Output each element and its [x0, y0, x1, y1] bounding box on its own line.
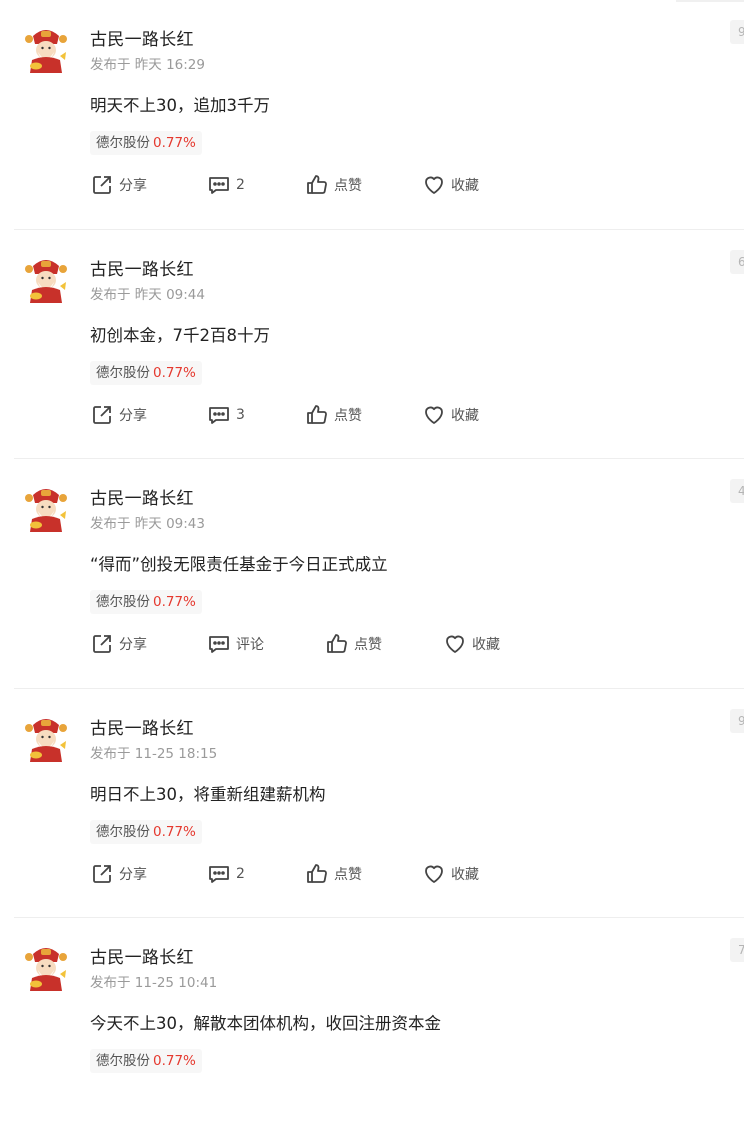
author-name[interactable]: 古民一路长红: [90, 943, 194, 968]
comment-icon: [209, 636, 229, 654]
post-time: 发布于 11-25 18:15: [90, 745, 218, 762]
share-icon: [93, 635, 111, 654]
stock-name: 德尔股份: [96, 594, 150, 611]
comment-count: 2: [236, 177, 245, 193]
stock-tag[interactable]: 德尔股份 0.77%: [90, 360, 202, 385]
stock-tag[interactable]: 德尔股份 0.77%: [90, 1049, 202, 1074]
like-button[interactable]: 点赞: [305, 402, 362, 428]
comment-button[interactable]: 2: [207, 861, 245, 887]
heart-icon: [425, 176, 443, 194]
comment-count: 3: [236, 406, 245, 423]
post-feed: 古民一路长红 发布于 昨天 16:29 明天不上30，追加3千万 德尔股份 0.7…: [0, 0, 744, 1148]
post-time: 发布于 昨天 09:44: [90, 286, 205, 303]
like-label: 点赞: [354, 637, 382, 654]
stock-tag[interactable]: 德尔股份 0.77%: [90, 819, 202, 844]
share-icon: [93, 405, 111, 424]
heart-icon: [425, 406, 443, 424]
like-button[interactable]: 点赞: [305, 172, 362, 198]
action-bar: 分享 2 点赞 收藏: [90, 172, 610, 198]
share-button[interactable]: 分享: [90, 631, 147, 657]
author-name[interactable]: 古民一路长红: [90, 714, 194, 739]
post-time: 发布于 昨天 09:43: [90, 516, 205, 533]
stock-tag[interactable]: 德尔股份 0.77%: [90, 590, 202, 615]
post-content[interactable]: “得而”创投无限责任基金于今日正式成立: [90, 551, 388, 575]
post-content[interactable]: 今天不上30，解散本团体机构，收回注册资本金: [90, 1010, 441, 1034]
favorite-label: 收藏: [451, 178, 479, 194]
post-card: 古民一路长红 发布于 11-25 10:41 今天不上30，解散本团体机构，收回…: [14, 918, 744, 1148]
heart-icon: [425, 865, 443, 883]
stock-change: 0.77%: [153, 594, 196, 611]
comment-label: 评论: [236, 637, 264, 654]
post-card: 古民一路长红 发布于 11-25 18:15 明日不上30，将重新组建薪机构 德…: [14, 689, 744, 919]
avatar[interactable]: [24, 26, 68, 74]
like-label: 点赞: [334, 178, 362, 194]
stock-name: 德尔股份: [96, 135, 150, 151]
share-button[interactable]: 分享: [90, 861, 147, 887]
comment-button[interactable]: 评论: [207, 631, 264, 657]
avatar[interactable]: [24, 715, 68, 763]
side-counter: 6: [730, 249, 744, 274]
stock-name: 德尔股份: [96, 823, 150, 840]
avatar[interactable]: [24, 944, 68, 992]
like-button[interactable]: 点赞: [325, 631, 382, 657]
like-button[interactable]: 点赞: [305, 861, 362, 887]
comment-button[interactable]: 2: [207, 172, 245, 198]
post-content[interactable]: 初创本金，7千2百8十万: [90, 322, 270, 346]
stock-change: 0.77%: [153, 1053, 196, 1070]
like-label: 点赞: [334, 407, 362, 424]
author-name[interactable]: 古民一路长红: [90, 25, 194, 50]
stock-change: 0.77%: [153, 135, 196, 151]
share-label: 分享: [119, 178, 147, 194]
comment-icon: [209, 406, 229, 424]
action-bar: 分享 3 点赞 收藏: [90, 402, 610, 428]
comment-icon: [209, 865, 229, 883]
stock-tag[interactable]: 德尔股份 0.77%: [90, 131, 202, 155]
side-counter: 9: [730, 708, 744, 733]
favorite-label: 收藏: [451, 407, 479, 424]
post-content[interactable]: 明日不上30，将重新组建薪机构: [90, 781, 326, 805]
favorite-button[interactable]: 收藏: [422, 172, 479, 198]
comment-icon: [209, 177, 229, 194]
side-counter: 9: [730, 20, 744, 44]
avatar[interactable]: [24, 485, 68, 533]
favorite-button[interactable]: 收藏: [443, 631, 500, 657]
share-button[interactable]: 分享: [90, 172, 147, 198]
heart-icon: [446, 635, 464, 654]
stock-change: 0.77%: [153, 823, 196, 840]
share-icon: [93, 176, 111, 194]
favorite-button[interactable]: 收藏: [422, 402, 479, 428]
action-bar: 分享 2 点赞 收藏: [90, 861, 610, 887]
post-time: 发布于 昨天 16:29: [90, 57, 205, 73]
favorite-label: 收藏: [451, 866, 479, 883]
share-label: 分享: [119, 637, 147, 654]
post-card: 古民一路长红 发布于 昨天 09:44 初创本金，7千2百8十万 德尔股份 0.7…: [14, 230, 744, 460]
post-card: 古民一路长红 发布于 昨天 09:43 “得而”创投无限责任基金于今日正式成立 …: [14, 459, 744, 689]
author-name[interactable]: 古民一路长红: [90, 484, 194, 509]
thumbs-up-icon: [307, 175, 327, 194]
stock-name: 德尔股份: [96, 1053, 150, 1070]
share-icon: [93, 864, 111, 883]
author-name[interactable]: 古民一路长红: [90, 255, 194, 280]
like-label: 点赞: [334, 866, 362, 883]
post-content[interactable]: 明天不上30，追加3千万: [90, 92, 270, 116]
stock-change: 0.77%: [153, 364, 196, 381]
comment-count: 2: [236, 865, 245, 882]
stock-name: 德尔股份: [96, 364, 150, 381]
comment-button[interactable]: 3: [207, 402, 245, 428]
side-counter: 7: [730, 938, 744, 963]
favorite-button[interactable]: 收藏: [422, 861, 479, 887]
share-button[interactable]: 分享: [90, 402, 147, 428]
action-bar: 分享 评论 点赞 收藏: [90, 631, 610, 657]
share-label: 分享: [119, 407, 147, 424]
share-label: 分享: [119, 866, 147, 883]
avatar[interactable]: [24, 256, 68, 304]
side-counter: 4: [730, 479, 744, 504]
post-time: 发布于 11-25 10:41: [90, 975, 218, 992]
post-card: 古民一路长红 发布于 昨天 16:29 明天不上30，追加3千万 德尔股份 0.7…: [14, 0, 744, 230]
thumbs-up-icon: [327, 634, 347, 654]
favorite-label: 收藏: [472, 637, 500, 654]
thumbs-up-icon: [307, 863, 327, 883]
thumbs-up-icon: [307, 404, 327, 424]
